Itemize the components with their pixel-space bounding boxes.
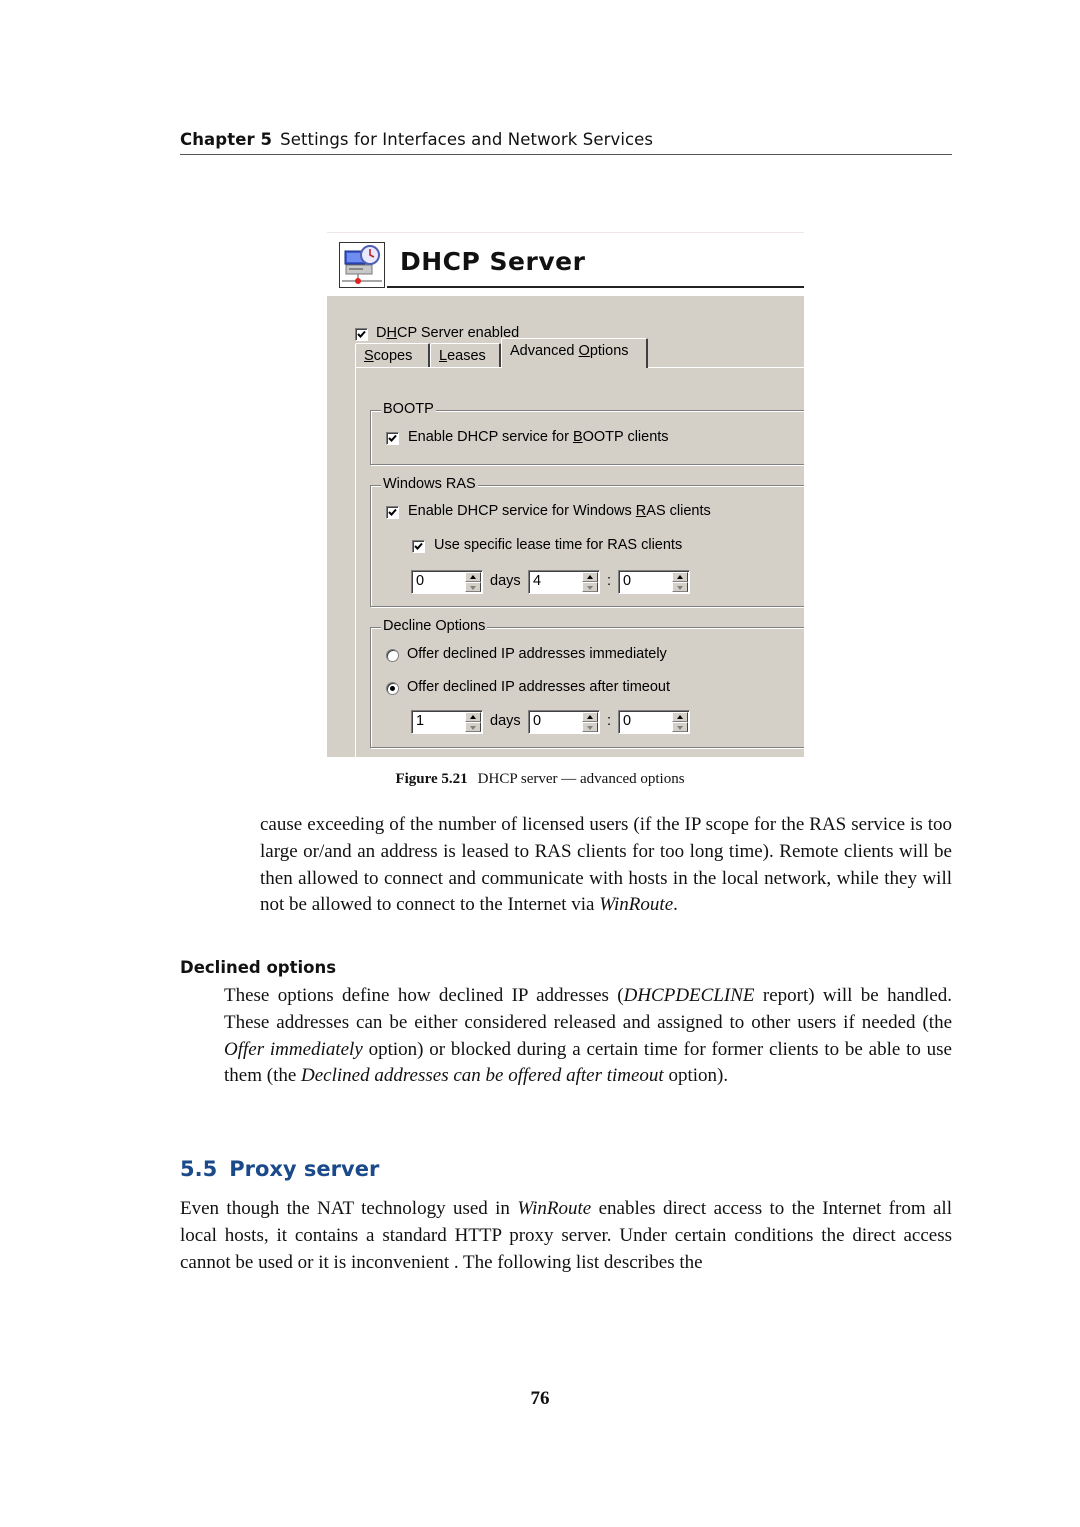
offer-immediately-radio[interactable] — [386, 649, 399, 662]
offer-after-timeout-radio[interactable] — [386, 682, 399, 695]
checkmark-icon — [388, 434, 397, 442]
ras-hours-spinner[interactable]: 4 — [528, 570, 600, 594]
paragraph-declined-options: These options define how declined IP add… — [224, 985, 952, 1087]
ras-minutes-value[interactable]: 0 — [623, 573, 631, 589]
spin-up-icon[interactable] — [582, 712, 598, 722]
decline-minutes-value[interactable]: 0 — [623, 713, 631, 729]
tab-leases[interactable]: Leases — [430, 343, 501, 367]
decline-days-value[interactable]: 1 — [416, 713, 424, 729]
paragraph-ras-licensing: cause exceeding of the number of license… — [260, 814, 952, 916]
paragraph-proxy-server: Even though the NAT technology used in W… — [180, 1198, 952, 1273]
spin-down-icon[interactable] — [465, 722, 481, 732]
specific-lease-label[interactable]: Use specific lease time for RAS clients — [434, 537, 682, 553]
dhcp-server-icon — [339, 242, 385, 288]
dialog-header: DHCP Server — [327, 233, 804, 296]
spin-up-icon[interactable] — [465, 572, 481, 582]
decline-days-label: days — [490, 713, 521, 729]
decline-time-separator: : — [607, 713, 612, 729]
dhcp-enabled-checkbox[interactable] — [355, 328, 368, 341]
section-heading-proxy-server: 5.5 Proxy server — [180, 1157, 379, 1181]
ras-days-value[interactable]: 0 — [416, 573, 424, 589]
figure-caption: Figure 5.21 DHCP server — advanced option… — [0, 771, 1080, 788]
section-title: Proxy server — [229, 1157, 380, 1181]
dhcp-server-dialog: DHCP Server DHCP Server enabled Scopes L… — [327, 232, 804, 757]
tab-advanced-options[interactable]: Advanced Options — [501, 338, 648, 368]
spin-up-icon[interactable] — [672, 572, 688, 582]
declined-options-heading: Declined options — [180, 958, 337, 977]
ras-enable-label[interactable]: Enable DHCP service for Windows RAS clie… — [408, 503, 711, 519]
decline-hours-value[interactable]: 0 — [533, 713, 541, 729]
decline-hours-spinner[interactable]: 0 — [528, 710, 600, 734]
decline-options-group-title: Decline Options — [381, 618, 488, 634]
ras-hours-value[interactable]: 4 — [533, 573, 541, 589]
spin-down-icon[interactable] — [465, 582, 481, 592]
ras-time-separator: : — [607, 573, 612, 589]
checkmark-icon — [357, 330, 366, 338]
dialog-title: DHCP Server — [400, 247, 586, 276]
dhcp-enabled-label[interactable]: DHCP Server enabled — [376, 325, 519, 341]
chapter-label: Chapter 5 — [180, 130, 273, 149]
decline-minutes-spinner[interactable]: 0 — [618, 710, 690, 734]
dialog-body: DHCP Server enabled Scopes Leases Advanc… — [327, 296, 804, 757]
offer-immediately-label[interactable]: Offer declined IP addresses immediately — [407, 646, 667, 662]
section-number: 5.5 — [180, 1157, 218, 1181]
figure-caption-text: DHCP server — advanced options — [477, 771, 685, 787]
spin-down-icon[interactable] — [582, 722, 598, 732]
spin-up-icon[interactable] — [582, 572, 598, 582]
ras-days-spinner[interactable]: 0 — [411, 570, 483, 594]
spin-up-icon[interactable] — [672, 712, 688, 722]
bootp-enable-label[interactable]: Enable DHCP service for BOOTP clients — [408, 429, 669, 445]
specific-lease-checkbox[interactable] — [412, 540, 425, 553]
spin-up-icon[interactable] — [465, 712, 481, 722]
ras-days-label: days — [490, 573, 521, 589]
running-head: Chapter 5 Settings for Interfaces and Net… — [180, 130, 952, 155]
page-number: 76 — [530, 1388, 550, 1409]
decline-days-spinner[interactable]: 1 — [411, 710, 483, 734]
bootp-group-title: BOOTP — [381, 401, 436, 417]
figure-label: Figure 5.21 — [395, 771, 468, 787]
spin-down-icon[interactable] — [672, 722, 688, 732]
radio-selected-dot — [390, 686, 395, 691]
checkmark-icon — [414, 542, 423, 550]
bootp-enable-checkbox[interactable] — [386, 432, 399, 445]
checkmark-icon — [388, 508, 397, 516]
windows-ras-group-title: Windows RAS — [381, 476, 478, 492]
offer-after-timeout-label[interactable]: Offer declined IP addresses after timeou… — [407, 679, 670, 695]
ras-minutes-spinner[interactable]: 0 — [618, 570, 690, 594]
ras-enable-checkbox[interactable] — [386, 506, 399, 519]
spin-down-icon[interactable] — [582, 582, 598, 592]
header-rule — [387, 286, 804, 288]
tab-scopes[interactable]: Scopes — [355, 343, 430, 367]
chapter-title: Settings for Interfaces and Network Serv… — [280, 130, 654, 149]
spin-down-icon[interactable] — [672, 582, 688, 592]
